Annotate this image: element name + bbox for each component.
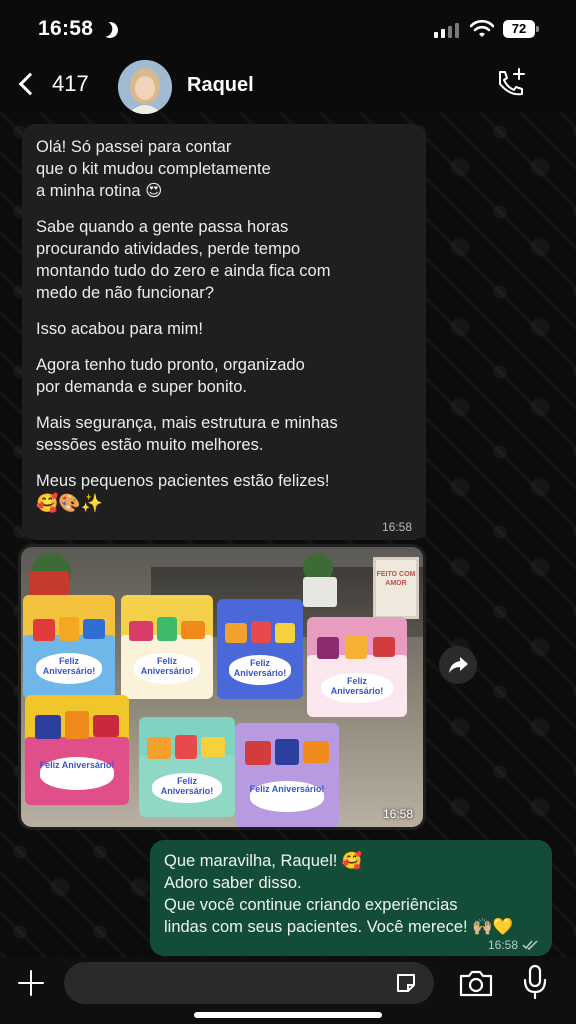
microphone-icon[interactable]: [522, 964, 548, 1000]
plus-icon[interactable]: [16, 968, 46, 998]
message-time: 16:58: [381, 520, 412, 534]
signal-icon: [434, 22, 462, 38]
wifi-icon: [470, 19, 494, 37]
avatar[interactable]: [118, 60, 172, 114]
gift-box: Feliz Aniversário!: [25, 695, 129, 805]
battery-icon: 72: [503, 20, 539, 38]
camera-icon[interactable]: [458, 968, 494, 998]
gift-box: Feliz Aniversário!: [307, 617, 407, 717]
plant-pot: [29, 571, 69, 597]
sign-frame: FEITO COM AMOR: [373, 557, 419, 619]
status-time: 16:58: [38, 17, 94, 40]
back-button[interactable]: 417: [16, 66, 89, 102]
gift-box: Feliz Aniversário!: [121, 595, 213, 699]
image-message-bubble[interactable]: FEITO COM AMOR Feliz Aniversário! Feliz …: [18, 544, 426, 830]
message-paragraph: Agora tenho tudo pronto, organizado por …: [36, 356, 305, 396]
emoji-line: 🥰🎨✨: [36, 493, 104, 513]
gift-box: Feliz Aniversário!: [139, 717, 235, 817]
home-indicator[interactable]: [194, 1012, 382, 1018]
sticker-icon[interactable]: [394, 971, 418, 995]
message-paragraph: Meus pequenos pacientes estão felizes!: [36, 472, 330, 490]
battery-level: 72: [503, 20, 535, 38]
gift-box: Feliz Aniversário!: [23, 595, 115, 699]
incoming-message-bubble[interactable]: Olá! Só passei para contar que o kit mud…: [22, 124, 426, 540]
status-bar: 16:58 72: [0, 0, 576, 60]
chevron-left-icon: [18, 72, 42, 96]
message-text: Que maravilha, Raquel! 🥰 Adoro saber dis…: [164, 852, 514, 936]
message-status: 16:58: [488, 938, 538, 952]
message-paragraph: Sabe quando a gente passa horas procuran…: [36, 218, 331, 302]
forward-icon[interactable]: [439, 646, 477, 684]
message-paragraph: Olá! Só passei para contar que o kit mud…: [36, 138, 271, 200]
unread-count: 417: [52, 71, 89, 96]
plant-pot: [303, 577, 337, 607]
message-paragraph: Mais segurança, mais estrutura e minhas …: [36, 414, 338, 454]
add-call-icon[interactable]: [492, 66, 528, 102]
outgoing-message-bubble[interactable]: Que maravilha, Raquel! 🥰 Adoro saber dis…: [150, 840, 552, 956]
moon-icon: [100, 20, 121, 41]
avatar-photo: [118, 60, 172, 114]
gift-box: Feliz Aniversário!: [217, 599, 303, 699]
contact-name: Raquel: [187, 74, 254, 96]
message-paragraph: Isso acabou para mim!: [36, 320, 203, 338]
message-time: 16:58: [382, 807, 413, 821]
message-time: 16:58: [487, 938, 518, 952]
gift-box: Feliz Aniversário!: [235, 723, 339, 827]
message-input[interactable]: [64, 962, 434, 1004]
double-check-icon: [522, 940, 538, 950]
kit-photo[interactable]: FEITO COM AMOR Feliz Aniversário! Feliz …: [21, 547, 423, 827]
chat-header: 417 Raquel: [0, 56, 576, 114]
